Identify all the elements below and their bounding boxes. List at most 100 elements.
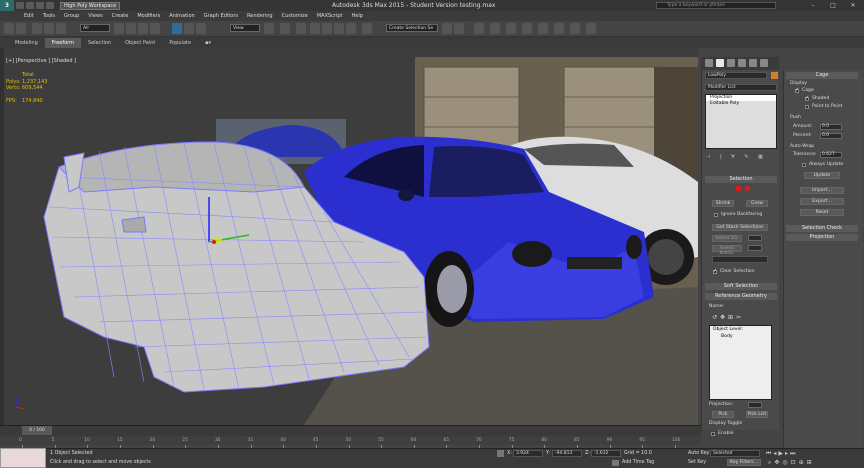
unlink-icon[interactable] bbox=[44, 23, 54, 34]
tab-modeling[interactable]: Modeling bbox=[8, 38, 45, 48]
tolerance-spinner[interactable]: 0.627 bbox=[820, 152, 842, 158]
curve-editor-icon[interactable] bbox=[506, 23, 516, 34]
add-time-tag-button[interactable]: Add Time Tag bbox=[622, 460, 654, 465]
lock-selection-icon[interactable] bbox=[497, 450, 504, 457]
object-color-swatch[interactable] bbox=[771, 72, 778, 79]
link-icon[interactable] bbox=[32, 23, 42, 34]
undo-quick-icon[interactable] bbox=[16, 2, 24, 9]
window-crossing-icon[interactable] bbox=[150, 23, 160, 34]
layer-explorer-icon[interactable] bbox=[474, 23, 484, 34]
select-manipulate-icon[interactable] bbox=[280, 23, 290, 34]
create-tab-icon[interactable] bbox=[705, 59, 713, 67]
point-to-point-checkbox[interactable] bbox=[805, 105, 809, 109]
viewport-label[interactable]: [+] [Perspective ] [Shaded ] bbox=[6, 58, 76, 64]
select-scale-icon[interactable] bbox=[196, 23, 206, 34]
scene-explorer-icon[interactable] bbox=[490, 23, 500, 34]
schematic-view-icon[interactable] bbox=[522, 23, 532, 34]
select-object-icon[interactable] bbox=[114, 23, 124, 34]
reset-button[interactable]: Reset bbox=[800, 209, 844, 216]
grow-button[interactable]: Grow bbox=[746, 200, 768, 207]
reference-item-body[interactable]: Body bbox=[710, 333, 771, 340]
perspective-viewport[interactable] bbox=[4, 57, 698, 425]
selection-dropdown[interactable] bbox=[712, 256, 768, 263]
redo-quick-icon[interactable] bbox=[26, 2, 34, 9]
stack-tools-icons[interactable]: ⊣ | ∀ ✎ ▦ bbox=[706, 154, 776, 161]
clear-selection-checkbox[interactable] bbox=[713, 268, 717, 274]
rendered-frame-window-icon[interactable] bbox=[570, 23, 580, 34]
workspace-dropdown[interactable]: High Poly Workspace bbox=[60, 1, 121, 10]
reference-geometry-list[interactable]: Object Level: Body bbox=[709, 325, 772, 400]
cage-rollout-header[interactable]: Cage bbox=[786, 72, 858, 79]
playback-controls[interactable]: ⏮◂▶▸⏭ bbox=[766, 450, 826, 457]
shaded-checkbox[interactable] bbox=[805, 95, 809, 101]
select-sg-button[interactable]: Select SG: bbox=[712, 235, 742, 242]
spinner-snap-icon[interactable] bbox=[346, 23, 356, 34]
pick-list-button[interactable]: Pick List bbox=[746, 411, 768, 418]
motion-tab-icon[interactable] bbox=[738, 59, 746, 67]
menu-views[interactable]: Views bbox=[88, 13, 102, 19]
named-selection-dropdown[interactable]: Create Selection Se bbox=[386, 24, 438, 32]
reference-coordinate-dropdown[interactable]: View bbox=[230, 24, 260, 32]
reference-tools-icons[interactable]: ↺✥⊞✂ bbox=[712, 314, 770, 322]
tab-object-paint[interactable]: Object Paint bbox=[118, 38, 162, 48]
maximize-icon[interactable]: □ bbox=[826, 1, 840, 10]
menu-animation[interactable]: Animation bbox=[169, 13, 195, 19]
menu-modifiers[interactable]: Modifiers bbox=[137, 13, 160, 19]
y-coordinate-field[interactable]: -94.813 bbox=[552, 450, 582, 457]
keyboard-shortcut-icon[interactable] bbox=[296, 23, 306, 34]
ignore-backfacing-checkbox[interactable] bbox=[714, 213, 718, 217]
stack-item-editable-poly[interactable]: Editable Poly bbox=[706, 101, 776, 107]
menu-tools[interactable]: Tools bbox=[43, 13, 55, 19]
redo-icon[interactable] bbox=[16, 23, 26, 34]
key-mode-dropdown[interactable]: Selected bbox=[710, 450, 760, 457]
enable-checkbox[interactable] bbox=[711, 432, 715, 436]
menu-help[interactable]: Help bbox=[352, 13, 363, 19]
viewport-navigation-controls[interactable]: ⌕✥◎⊡⊕⊞ bbox=[768, 459, 858, 467]
rectangular-selection-icon[interactable] bbox=[138, 23, 148, 34]
select-matid-button[interactable]: Select MatID: bbox=[712, 245, 742, 256]
tab-freeform[interactable]: Freeform bbox=[44, 37, 82, 48]
material-editor-icon[interactable] bbox=[538, 23, 548, 34]
get-stack-selections-button[interactable]: Get Stack Selections bbox=[712, 224, 768, 231]
update-button[interactable]: Update bbox=[804, 172, 840, 179]
time-slider-track[interactable] bbox=[0, 425, 701, 436]
search-input[interactable]: Type a keyword or phrase bbox=[656, 2, 776, 9]
time-tag-icon[interactable] bbox=[612, 460, 619, 466]
percent-snap-icon[interactable] bbox=[334, 23, 344, 34]
set-key-label[interactable]: Set Key bbox=[688, 460, 706, 465]
cage-checkbox[interactable] bbox=[795, 87, 799, 93]
snaps-toggle-icon[interactable] bbox=[310, 23, 320, 34]
reference-item-object-level[interactable]: Object Level: bbox=[710, 326, 771, 333]
tab-populate[interactable]: Populate bbox=[162, 38, 198, 48]
open-file-icon[interactable] bbox=[36, 2, 44, 9]
ribbon-options-icon[interactable]: ▪▾ bbox=[198, 38, 218, 48]
selection-filter-dropdown[interactable]: All bbox=[80, 24, 110, 32]
maxscript-listener[interactable] bbox=[0, 448, 46, 468]
shrink-button[interactable]: Shrink bbox=[712, 200, 734, 207]
bind-space-warp-icon[interactable] bbox=[56, 23, 66, 34]
minimize-icon[interactable]: – bbox=[806, 1, 820, 10]
selection-rollout-header[interactable]: Selection bbox=[705, 176, 777, 183]
key-filters-button[interactable]: Key Filters... bbox=[727, 459, 761, 466]
mirror-icon[interactable] bbox=[442, 23, 452, 34]
hierarchy-tab-icon[interactable] bbox=[727, 59, 735, 67]
angle-snap-icon[interactable] bbox=[322, 23, 332, 34]
amount-spinner[interactable]: 0.0 bbox=[820, 124, 842, 130]
import-button[interactable]: Import... bbox=[800, 187, 844, 194]
menu-group[interactable]: Group bbox=[64, 13, 79, 19]
element-level-icon[interactable] bbox=[745, 186, 750, 191]
object-level-icon[interactable] bbox=[736, 186, 741, 191]
tab-selection[interactable]: Selection bbox=[81, 38, 118, 48]
select-rotate-icon[interactable] bbox=[184, 23, 194, 34]
save-file-icon[interactable] bbox=[46, 2, 54, 9]
edit-named-selection-icon[interactable] bbox=[362, 23, 372, 34]
select-by-name-icon[interactable] bbox=[126, 23, 136, 34]
projection-rollout-header[interactable]: Projection bbox=[786, 234, 858, 241]
select-sg-spinner[interactable] bbox=[748, 235, 762, 241]
menu-graph-editors[interactable]: Graph Editors bbox=[204, 13, 238, 19]
modify-tab-icon[interactable] bbox=[716, 59, 724, 67]
time-slider[interactable]: 0 / 100 bbox=[22, 426, 52, 435]
menu-rendering[interactable]: Rendering bbox=[247, 13, 273, 19]
render-setup-icon[interactable] bbox=[554, 23, 564, 34]
modifier-stack[interactable]: Projection Editable Poly bbox=[705, 94, 777, 149]
